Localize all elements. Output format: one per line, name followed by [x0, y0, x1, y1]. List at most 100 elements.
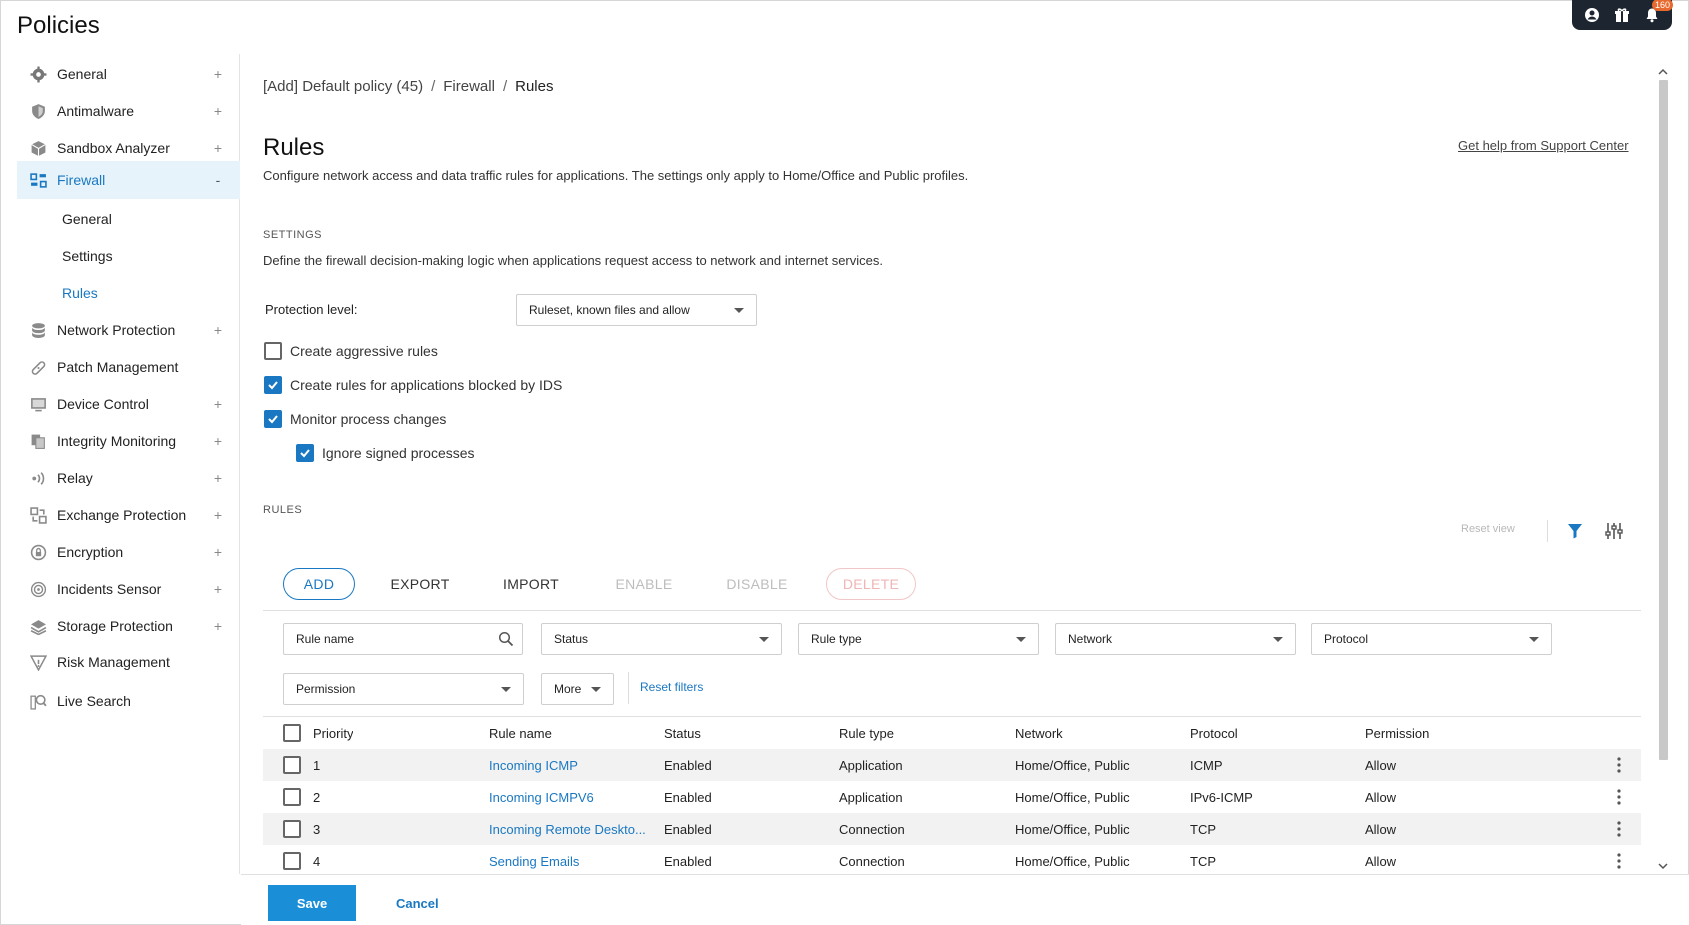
add-rule-button[interactable]: ADD	[283, 568, 355, 600]
row-actions-icon[interactable]	[1609, 819, 1629, 839]
support-center-link[interactable]: Get help from Support Center	[1458, 138, 1629, 153]
breadcrumb-firewall[interactable]: Firewall	[443, 78, 495, 95]
column-header-priority[interactable]: Priority	[313, 717, 353, 749]
search-icon[interactable]	[498, 631, 514, 647]
protocol-filter[interactable]: Protocol	[1311, 623, 1552, 655]
network-filter[interactable]: Network	[1055, 623, 1296, 655]
collapse-icon[interactable]: -	[208, 172, 228, 188]
status-filter[interactable]: Status	[541, 623, 782, 655]
select-all-checkbox[interactable]	[283, 724, 301, 742]
sidebar-item-general[interactable]: General +	[17, 54, 240, 94]
expand-icon[interactable]: +	[208, 103, 228, 119]
sidebar-item-firewall[interactable]: Firewall -	[17, 161, 240, 199]
sidebar-item-antimalware[interactable]: Antimalware +	[17, 91, 240, 131]
expand-icon[interactable]: +	[208, 470, 228, 486]
scroll-down-icon[interactable]	[1658, 861, 1668, 871]
disable-button[interactable]: DISABLE	[723, 568, 791, 600]
ids-rules-checkbox[interactable]	[264, 376, 282, 394]
scroll-up-icon[interactable]	[1658, 67, 1668, 77]
sidebar-item-storage-protection[interactable]: Storage Protection +	[17, 606, 240, 646]
expand-icon[interactable]: +	[208, 140, 228, 156]
protection-level-select[interactable]: Ruleset, known files and allow	[516, 294, 757, 326]
row-checkbox[interactable]	[283, 852, 301, 870]
sidebar-item-encryption[interactable]: Encryption +	[17, 532, 240, 572]
rule-name-link[interactable]: Sending Emails	[489, 845, 657, 877]
import-button[interactable]: IMPORT	[500, 568, 562, 600]
reset-filters-link[interactable]: Reset filters	[640, 680, 703, 694]
expand-icon[interactable]: +	[208, 618, 228, 634]
column-header-protocol[interactable]: Protocol	[1190, 717, 1238, 749]
expand-icon[interactable]: +	[208, 507, 228, 523]
column-header-permission[interactable]: Permission	[1365, 717, 1429, 749]
expand-icon[interactable]: +	[208, 581, 228, 597]
rule-name-link[interactable]: Incoming Remote Deskto...	[489, 813, 657, 845]
row-checkbox[interactable]	[283, 788, 301, 806]
sidebar-item-network-protection[interactable]: Network Protection +	[17, 310, 240, 350]
sidebar-item-device-control[interactable]: Device Control +	[17, 384, 240, 424]
rule-type-cell: Connection	[839, 821, 905, 837]
reset-view-link[interactable]: Reset view	[1461, 523, 1515, 535]
enable-button[interactable]: ENABLE	[612, 568, 676, 600]
rule-type-filter[interactable]: Rule type	[798, 623, 1039, 655]
gift-icon[interactable]	[1614, 7, 1630, 23]
page-title: Policies	[17, 12, 100, 39]
sidebar-item-risk-management[interactable]: Risk Management	[17, 642, 240, 682]
aggressive-rules-checkbox[interactable]	[264, 342, 282, 360]
row-actions-icon[interactable]	[1609, 787, 1629, 807]
permission-filter[interactable]: Permission	[283, 673, 524, 705]
column-header-rule-type[interactable]: Rule type	[839, 717, 894, 749]
sidebar-subitem-general[interactable]: General	[17, 199, 240, 239]
row-checkbox[interactable]	[283, 820, 301, 838]
sidebar-item-exchange-protection[interactable]: Exchange Protection +	[17, 495, 240, 535]
sidebar-item-incidents-sensor[interactable]: Incidents Sensor +	[17, 569, 240, 609]
sidebar-item-live-search[interactable]: Live Search	[17, 681, 240, 721]
expand-icon[interactable]: +	[208, 322, 228, 338]
column-settings-icon[interactable]	[1604, 521, 1624, 541]
expand-icon[interactable]: +	[208, 66, 228, 82]
gear-icon	[28, 64, 48, 84]
sidebar-item-integrity-monitoring[interactable]: Integrity Monitoring +	[17, 421, 240, 461]
row-actions-icon[interactable]	[1609, 851, 1629, 871]
protocol-cell: ICMP	[1190, 757, 1223, 773]
ids-rules-option[interactable]: Create rules for applications blocked by…	[264, 376, 562, 394]
ignore-signed-checkbox[interactable]	[296, 444, 314, 462]
chevron-down-icon	[1273, 637, 1283, 642]
user-account-icon[interactable]	[1584, 7, 1600, 23]
table-row[interactable]: 1 Incoming ICMP Enabled Application Home…	[263, 749, 1641, 781]
ignore-signed-option[interactable]: Ignore signed processes	[296, 444, 475, 462]
rule-name-link[interactable]: Incoming ICMP	[489, 749, 657, 781]
notifications-bell-icon[interactable]: 160	[1644, 0, 1674, 23]
expand-icon[interactable]: +	[208, 544, 228, 560]
monitor-process-option[interactable]: Monitor process changes	[264, 410, 446, 428]
monitor-process-checkbox[interactable]	[264, 410, 282, 428]
table-row[interactable]: 2 Incoming ICMPV6 Enabled Application Ho…	[263, 781, 1641, 813]
column-header-status[interactable]: Status	[664, 717, 701, 749]
expand-icon[interactable]: +	[208, 433, 228, 449]
row-checkbox[interactable]	[283, 756, 301, 774]
filter-label: Rule type	[811, 632, 862, 646]
sidebar-item-relay[interactable]: Relay +	[17, 458, 240, 498]
aggressive-rules-option[interactable]: Create aggressive rules	[264, 342, 438, 360]
sidebar-item-patch-management[interactable]: Patch Management	[17, 347, 240, 387]
scroll-thumb[interactable]	[1659, 80, 1668, 760]
main-scrollbar[interactable]	[1655, 64, 1671, 874]
delete-button[interactable]: DELETE	[826, 568, 916, 600]
rule-name-search-input[interactable]: Rule name	[283, 623, 523, 655]
export-button[interactable]: EXPORT	[390, 568, 450, 600]
sidebar-subitem-rules[interactable]: Rules	[17, 273, 240, 313]
expand-icon[interactable]: +	[208, 396, 228, 412]
row-actions-icon[interactable]	[1609, 755, 1629, 775]
more-filters-dropdown[interactable]: More	[541, 673, 614, 705]
cancel-button[interactable]: Cancel	[396, 885, 439, 921]
table-row[interactable]: 3 Incoming Remote Deskto... Enabled Conn…	[263, 813, 1641, 845]
breadcrumb-policy[interactable]: [Add] Default policy (45)	[263, 78, 423, 95]
monitor-icon	[28, 394, 48, 414]
table-row[interactable]: 4 Sending Emails Enabled Connection Home…	[263, 845, 1641, 877]
rule-name-link[interactable]: Incoming ICMPV6	[489, 781, 657, 813]
save-button[interactable]: Save	[268, 885, 356, 921]
sidebar-subitem-settings[interactable]: Settings	[17, 236, 240, 276]
risk-icon	[28, 652, 48, 672]
column-header-network[interactable]: Network	[1015, 717, 1063, 749]
column-header-rule-name[interactable]: Rule name	[489, 717, 552, 749]
filter-icon[interactable]	[1565, 521, 1585, 541]
